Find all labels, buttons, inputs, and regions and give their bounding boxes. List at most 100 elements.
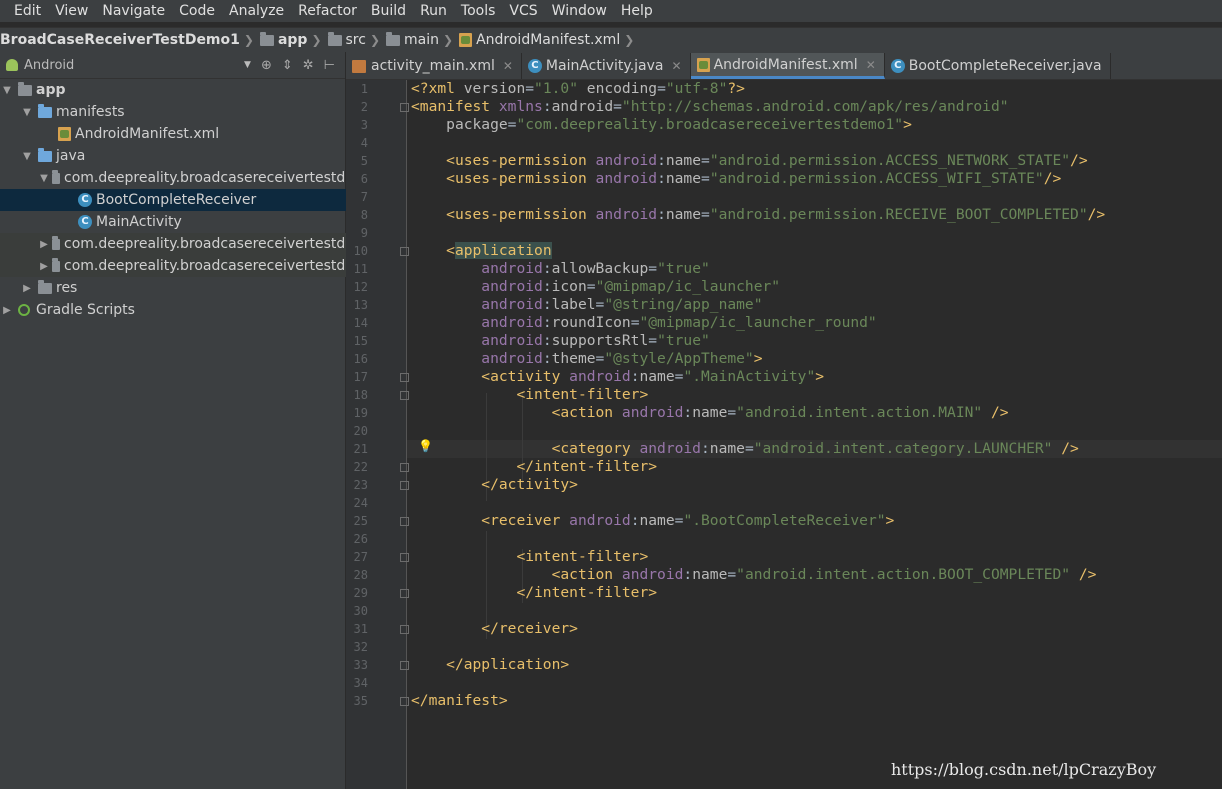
chevron-down-icon[interactable]: ▼ — [0, 85, 14, 96]
line-number: 20 — [353, 424, 368, 438]
code-line[interactable]: </intent-filter> — [411, 584, 657, 602]
tree-item[interactable]: ▶ com.deepreality.broadcasereceivertestde… — [0, 255, 385, 277]
close-icon[interactable]: ✕ — [503, 59, 513, 73]
menu-help[interactable]: Help — [613, 3, 659, 19]
line-number: 21 — [353, 442, 368, 456]
tree-item[interactable]: AndroidManifest.xml — [0, 123, 385, 145]
close-icon[interactable]: ✕ — [672, 59, 682, 73]
code-line[interactable]: <action android:name="android.intent.act… — [411, 404, 1009, 422]
chevron-right-icon[interactable]: ▶ — [0, 305, 14, 316]
tree-item[interactable]: ▼ app — [0, 79, 345, 101]
fold-marker-icon[interactable] — [400, 589, 409, 598]
code-line[interactable]: <intent-filter> — [411, 386, 648, 404]
code-line[interactable]: </receiver> — [411, 620, 578, 638]
fold-marker-icon[interactable] — [400, 661, 409, 670]
fold-marker-icon[interactable] — [400, 697, 409, 706]
fold-marker-icon[interactable] — [400, 373, 409, 382]
code-line[interactable]: <category android:name="android.intent.c… — [411, 440, 1079, 458]
code-line[interactable]: <receiver android:name=".BootCompleteRec… — [411, 512, 894, 530]
code-line[interactable]: <uses-permission android:name="android.p… — [411, 170, 1061, 188]
fold-marker-icon[interactable] — [400, 247, 409, 256]
tree-item[interactable]: ▼ manifests — [0, 101, 365, 123]
project-view-selector[interactable]: Android ▼ ⊕ ⇕ ✲ ⊢ — [0, 52, 345, 79]
code-line[interactable]: android:roundIcon="@mipmap/ic_launcher_r… — [411, 314, 876, 332]
tree-item-label: java — [56, 148, 86, 164]
line-number: 28 — [353, 568, 368, 582]
code-line[interactable]: </manifest> — [411, 692, 508, 710]
tree-item[interactable]: ▶ res — [0, 277, 365, 299]
tab-android-manifest-xml[interactable]: AndroidManifest.xml ✕ — [690, 53, 885, 79]
code-line[interactable]: <?xml version="1.0" encoding="utf-8"?> — [411, 80, 745, 98]
tree-item-label: com.deepreality.broadcasereceivertestdem… — [64, 258, 385, 274]
code-line[interactable]: <manifest xmlns:android="http://schemas.… — [411, 98, 1009, 116]
close-icon[interactable]: ✕ — [866, 58, 876, 72]
code-line[interactable]: </application> — [411, 656, 569, 674]
tree-item[interactable]: C MainActivity — [0, 211, 405, 233]
tree-item[interactable]: ▼ java — [0, 145, 365, 167]
chevron-down-icon[interactable]: ▼ — [20, 107, 34, 118]
fold-marker-icon[interactable] — [400, 553, 409, 562]
fold-marker-icon[interactable] — [400, 481, 409, 490]
menu-vcs[interactable]: VCS — [501, 3, 543, 19]
code-line[interactable]: package="com.deepreality.broadcasereceiv… — [411, 116, 912, 134]
fold-marker-icon[interactable] — [400, 463, 409, 472]
menu-code[interactable]: Code — [171, 3, 221, 19]
breadcrumb-app[interactable]: app ❯ — [259, 31, 328, 48]
chevron-down-icon[interactable]: ▼ — [20, 151, 34, 162]
gradle-icon — [18, 304, 30, 316]
code-line[interactable]: <action android:name="android.intent.act… — [411, 566, 1097, 584]
chevron-down-icon[interactable]: ▼ — [40, 173, 48, 184]
fold-marker-icon[interactable] — [400, 517, 409, 526]
chevron-down-icon[interactable]: ▼ — [244, 60, 251, 70]
breadcrumb-label: src — [345, 32, 366, 48]
tab-boot-complete-receiver-java[interactable]: C BootCompleteReceiver.java — [885, 53, 1111, 79]
breadcrumb-src[interactable]: src ❯ — [327, 31, 387, 48]
breadcrumb-project[interactable]: BroadCaseReceiverTestDemo1 ❯ — [0, 32, 260, 48]
menu-run[interactable]: Run — [412, 3, 453, 19]
chevron-right-icon[interactable]: ▶ — [40, 239, 48, 250]
gear-icon[interactable]: ✲ — [303, 58, 314, 73]
chevron-right-icon[interactable]: ▶ — [20, 283, 34, 294]
menu-view[interactable]: View — [47, 3, 94, 19]
breadcrumb-file[interactable]: AndroidManifest.xml ❯ — [459, 32, 640, 48]
fold-marker-icon[interactable] — [400, 103, 409, 112]
code-line[interactable]: <intent-filter> — [411, 548, 648, 566]
collapse-all-icon[interactable]: ⇕ — [282, 58, 293, 73]
code-line[interactable]: android:supportsRtl="true" — [411, 332, 709, 350]
code-line[interactable]: android:icon="@mipmap/ic_launcher" — [411, 278, 780, 296]
menu-tools[interactable]: Tools — [453, 3, 502, 19]
code-line[interactable]: android:theme="@style/AppTheme"> — [411, 350, 762, 368]
code-line[interactable]: </intent-filter> — [411, 458, 657, 476]
menu-refactor[interactable]: Refactor — [290, 3, 363, 19]
menu-edit[interactable]: Edit — [0, 3, 47, 19]
menu-window[interactable]: Window — [544, 3, 613, 19]
chevron-right-icon[interactable]: ▶ — [40, 261, 48, 272]
code-line[interactable]: <activity android:name=".MainActivity"> — [411, 368, 824, 386]
hide-panel-icon[interactable]: ⊢ — [324, 58, 335, 73]
tree-item[interactable]: C BootCompleteReceiver — [0, 189, 405, 211]
code-line[interactable]: <uses-permission android:name="android.p… — [411, 206, 1105, 224]
code-line[interactable]: <uses-permission android:name="android.p… — [411, 152, 1087, 170]
code-line[interactable]: android:label="@string/app_name" — [411, 296, 762, 314]
menu-navigate[interactable]: Navigate — [94, 3, 171, 19]
code-line[interactable]: android:allowBackup="true" — [411, 260, 709, 278]
class-icon: C — [78, 215, 92, 229]
tree-item-label: Gradle Scripts — [36, 302, 135, 318]
chevron-right-icon: ❯ — [624, 33, 635, 47]
tree-item[interactable]: ▶ com.deepreality.broadcasereceivertestde… — [0, 233, 385, 255]
tab-main-activity-java[interactable]: C MainActivity.java ✕ — [522, 53, 691, 79]
breadcrumb-main[interactable]: main ❯ — [386, 31, 459, 48]
tree-item[interactable]: ▶ Gradle Scripts — [0, 299, 345, 321]
locate-icon[interactable]: ⊕ — [261, 58, 272, 73]
line-number: 32 — [353, 640, 368, 654]
tab-activity-main-xml[interactable]: activity_main.xml ✕ — [346, 53, 522, 79]
code-line[interactable]: </activity> — [411, 476, 578, 494]
breadcrumb-label: AndroidManifest.xml — [476, 32, 621, 48]
menu-analyze[interactable]: Analyze — [221, 3, 290, 19]
menu-build[interactable]: Build — [363, 3, 412, 19]
code-line[interactable]: <application — [411, 242, 552, 260]
tree-item[interactable]: ▼ com.deepreality.broadcasereceivertestde… — [0, 167, 385, 189]
fold-marker-icon[interactable] — [400, 625, 409, 634]
fold-marker-icon[interactable] — [400, 391, 409, 400]
lightbulb-icon[interactable]: 💡 — [418, 440, 433, 453]
